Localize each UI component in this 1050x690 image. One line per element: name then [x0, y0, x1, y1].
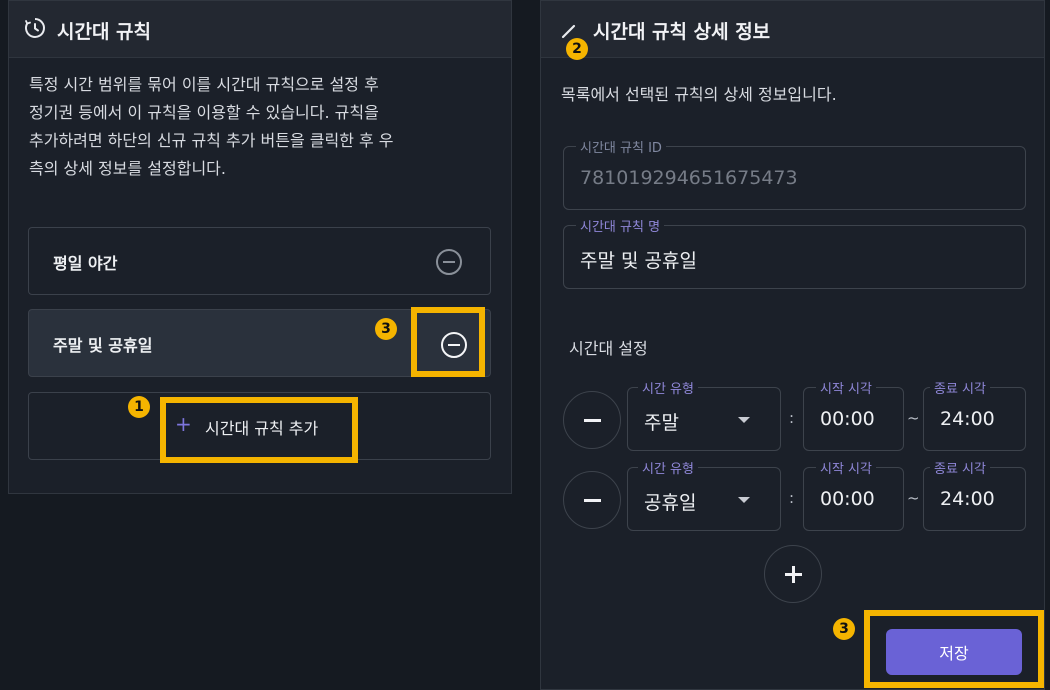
time-type-select[interactable]: 시간 유형 공휴일 — [627, 458, 781, 531]
highlight-add-rule-button — [160, 397, 358, 463]
colon-separator: : — [789, 409, 795, 427]
end-time-value: 24:00 — [940, 408, 995, 430]
time-type-label: 시간 유형 — [638, 458, 698, 477]
highlight-remove-rule-icon — [411, 307, 485, 377]
step-badge-3: 3 — [833, 618, 855, 640]
minus-icon — [584, 499, 601, 502]
tilde-separator: ~ — [907, 409, 920, 427]
start-time-field[interactable]: 시작 시각 00:00 — [803, 378, 904, 451]
end-time-field[interactable]: 종료 시각 24:00 — [923, 458, 1026, 531]
rule-item-label: 주말 및 공휴일 — [53, 336, 153, 355]
tilde-separator: ~ — [907, 489, 920, 507]
rule-item-label: 평일 야간 — [53, 254, 118, 273]
start-time-label: 시작 시각 — [816, 378, 876, 397]
remove-time-row-button[interactable] — [563, 391, 621, 449]
rule-id-value: 781019294651675473 — [580, 167, 798, 189]
time-type-value: 주말 — [644, 412, 679, 434]
rule-detail-panel: 시간대 규칙 상세 정보 목록에서 선택된 규칙의 상세 정보입니다. 시간대 … — [540, 0, 1045, 690]
step-badge-2: 2 — [566, 38, 588, 60]
end-time-label: 종료 시각 — [930, 458, 990, 477]
step-badge-1: 1 — [128, 396, 150, 418]
rule-id-label: 시간대 규칙 ID — [576, 137, 666, 156]
chevron-down-icon — [738, 497, 750, 503]
clock-icon — [25, 18, 45, 38]
add-time-row-button[interactable] — [764, 545, 822, 603]
left-panel-title: 시간대 규칙 — [57, 21, 152, 43]
end-time-value: 24:00 — [940, 488, 995, 510]
start-time-value: 00:00 — [820, 488, 875, 510]
start-time-field[interactable]: 시작 시각 00:00 — [803, 458, 904, 531]
time-settings-label: 시간대 설정 — [569, 339, 648, 358]
rule-name-field[interactable]: 시간대 규칙 명 주말 및 공휴일 — [563, 216, 1026, 289]
remove-time-row-button[interactable] — [563, 471, 621, 529]
time-type-select[interactable]: 시간 유형 주말 — [627, 378, 781, 451]
end-time-label: 종료 시각 — [930, 378, 990, 397]
step-badge-3: 3 — [375, 318, 397, 340]
right-panel-header: 시간대 규칙 상세 정보 — [541, 1, 1044, 58]
right-panel-description: 목록에서 선택된 규칙의 상세 정보입니다. — [561, 85, 837, 104]
left-panel-description: 특정 시간 범위를 묶어 이를 시간대 규칙으로 설정 후 정기권 등에서 이 … — [29, 71, 499, 183]
pencil-icon — [561, 24, 576, 39]
description-line: 측의 상세 정보를 설정합니다. — [29, 159, 226, 178]
rule-name-label: 시간대 규칙 명 — [576, 216, 665, 235]
start-time-value: 00:00 — [820, 408, 875, 430]
description-line: 추가하려면 하단의 신규 규칙 추가 버튼을 클릭한 후 우 — [29, 131, 394, 150]
highlight-save-button — [864, 610, 1044, 688]
rule-item-weekday-night[interactable]: 평일 야간 — [28, 227, 491, 295]
colon-separator: : — [789, 489, 795, 507]
remove-rule-icon[interactable] — [436, 249, 462, 275]
plus-icon — [792, 566, 795, 583]
end-time-field[interactable]: 종료 시각 24:00 — [923, 378, 1026, 451]
left-panel-header: 시간대 규칙 — [9, 1, 511, 58]
description-line: 정기권 등에서 이 규칙을 이용할 수 있습니다. 규칙을 — [29, 103, 379, 122]
time-type-label: 시간 유형 — [638, 378, 698, 397]
minus-icon — [584, 419, 601, 422]
rule-name-value: 주말 및 공휴일 — [580, 250, 697, 272]
chevron-down-icon — [738, 417, 750, 423]
time-type-value: 공휴일 — [644, 492, 697, 514]
start-time-label: 시작 시각 — [816, 458, 876, 477]
rule-id-field: 시간대 규칙 ID 781019294651675473 — [563, 137, 1026, 210]
right-panel-title: 시간대 규칙 상세 정보 — [593, 21, 771, 43]
description-line: 특정 시간 범위를 묶어 이를 시간대 규칙으로 설정 후 — [29, 75, 379, 94]
